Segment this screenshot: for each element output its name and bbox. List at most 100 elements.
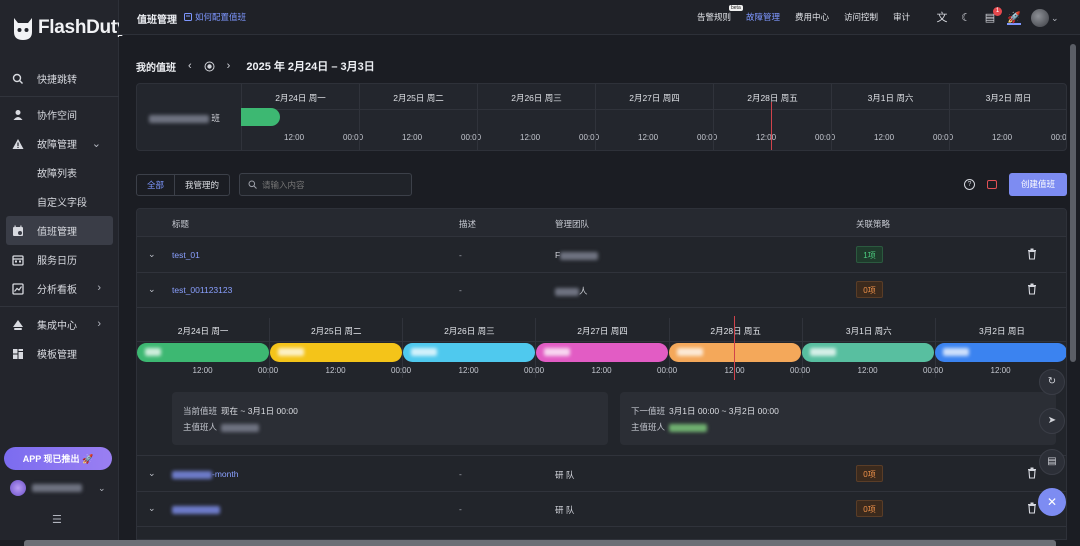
calendar-icon bbox=[12, 254, 24, 266]
scrollbar[interactable] bbox=[1070, 44, 1076, 362]
divider bbox=[832, 109, 949, 110]
collapse-sidebar-icon[interactable]: ☰ bbox=[52, 513, 64, 526]
sidebar-item-service-calendar[interactable]: 服务日历 bbox=[0, 245, 119, 274]
filter-all[interactable]: 全部 bbox=[137, 175, 176, 195]
filter-toggle: 全部 我管理的 bbox=[136, 174, 231, 196]
sidebar-item-dashboard[interactable]: 分析看板 › bbox=[0, 274, 119, 303]
top-nav-audit[interactable]: 审计 bbox=[893, 11, 910, 23]
current-oncall-card: 当前值班 现在 ~ 3月1日 00:00 主值班人 bbox=[172, 392, 608, 445]
top-nav-access-control[interactable]: 访问控制 bbox=[844, 11, 878, 23]
shift-segment-bar[interactable] bbox=[669, 343, 801, 362]
sidebar-item-incident-list[interactable]: 故障列表 bbox=[0, 158, 119, 187]
sidebar-item-label: 自定义字段 bbox=[37, 198, 87, 209]
search-input[interactable] bbox=[262, 179, 402, 190]
team-name: 研 队 bbox=[555, 470, 575, 480]
table-row[interactable]: ⌄ test_01 - F 1项 bbox=[137, 238, 1066, 273]
table-row[interactable]: ⌄ -month - 研 队 0项 bbox=[137, 457, 1066, 492]
sidebar-item-custom-fields[interactable]: 自定义字段 bbox=[0, 187, 119, 216]
shift-segment-bar[interactable] bbox=[536, 343, 668, 362]
hour-label: 12:00 bbox=[192, 366, 213, 375]
schedule-title-link[interactable]: -month bbox=[172, 469, 238, 479]
expand-chevron-icon[interactable]: ⌄ bbox=[148, 503, 156, 514]
next-week-button[interactable]: › bbox=[227, 60, 231, 72]
schedule-name-redacted bbox=[149, 114, 209, 123]
notification-badge: 1 bbox=[993, 7, 1002, 16]
policy-count-badge[interactable]: 1项 bbox=[856, 246, 883, 263]
expand-chevron-icon[interactable]: ⌄ bbox=[148, 468, 156, 479]
shift-segment-bar[interactable] bbox=[935, 343, 1066, 362]
oncall-name-redacted bbox=[411, 348, 437, 356]
table-row[interactable]: ⌄ - 研 队 0项 bbox=[137, 492, 1066, 527]
sidebar: FlashDuty 快捷跳转 协作空间 故障管理 ⌄ 故障列表 自定义字段 值班… bbox=[0, 0, 127, 540]
sidebar-item-label: 模板管理 bbox=[37, 350, 77, 361]
primary-oncall-redacted bbox=[221, 423, 260, 432]
top-nav-billing[interactable]: 费用中心 bbox=[795, 11, 829, 23]
shift-segment-bar[interactable] bbox=[270, 343, 402, 362]
trash-icon[interactable] bbox=[1027, 502, 1037, 514]
schedule-description: - bbox=[459, 469, 462, 479]
create-schedule-button[interactable]: 创建值班 bbox=[1009, 173, 1067, 196]
refresh-icon[interactable]: ↻ bbox=[1039, 369, 1065, 395]
sidebar-item-quick-jump[interactable]: 快捷跳转 bbox=[0, 64, 119, 93]
now-indicator bbox=[734, 316, 735, 380]
page-title: 值班管理 bbox=[137, 15, 177, 26]
translate-icon[interactable]: 文 bbox=[935, 11, 949, 25]
today-button[interactable] bbox=[204, 61, 215, 72]
top-nav-label: 告警规则 bbox=[697, 12, 732, 22]
shift-segment-bar[interactable] bbox=[403, 343, 535, 362]
help-icon[interactable]: ? bbox=[964, 179, 975, 190]
close-icon[interactable]: ✕ bbox=[1038, 488, 1066, 516]
col-title: 标题 bbox=[172, 219, 190, 229]
send-icon[interactable]: ➤ bbox=[1039, 408, 1065, 434]
sidebar-item-schedule-mgmt[interactable]: 值班管理 bbox=[6, 216, 113, 245]
shift-segment-bar[interactable] bbox=[802, 343, 934, 362]
chevron-down-icon[interactable]: ⌄ bbox=[1051, 13, 1059, 24]
policy-count-badge[interactable]: 0项 bbox=[856, 500, 883, 517]
notification-icon[interactable]: ▤ 1 bbox=[983, 7, 1002, 25]
divider bbox=[137, 341, 270, 342]
sidebar-item-integrations[interactable]: 集成中心 › bbox=[0, 310, 119, 339]
oncall-name-redacted bbox=[278, 348, 304, 356]
trash-icon[interactable] bbox=[1027, 248, 1037, 260]
policy-count-badge[interactable]: 0项 bbox=[856, 281, 883, 298]
hour-label: 12:00 bbox=[520, 133, 541, 142]
expand-chevron-icon[interactable]: ⌄ bbox=[148, 249, 156, 260]
day-label: 2月27日 周四 bbox=[629, 93, 680, 103]
document-icon[interactable]: ▤ bbox=[1039, 449, 1065, 475]
hour-label: 00:00 bbox=[258, 366, 279, 375]
top-nav-alert-rules[interactable]: 告警规则 beta bbox=[697, 5, 743, 23]
video-tutorial-icon[interactable] bbox=[987, 180, 997, 189]
sidebar-item-templates[interactable]: 模板管理 bbox=[0, 339, 119, 368]
top-nav-incident-mgmt[interactable]: 故障管理 bbox=[746, 11, 780, 23]
shift-segment-bar[interactable] bbox=[137, 343, 269, 362]
primary-oncall-label: 主值班人 bbox=[631, 422, 666, 432]
filter-managed-by-me[interactable]: 我管理的 bbox=[175, 175, 229, 195]
collapse-chevron-icon[interactable]: ⌄ bbox=[148, 284, 156, 295]
help-link[interactable]: 如何配置值班 bbox=[184, 11, 246, 23]
chevron-right-icon: › bbox=[97, 318, 101, 330]
table-row[interactable]: ⌄ test_001123123 - 人 0项 bbox=[137, 273, 1066, 308]
logo[interactable]: FlashDuty bbox=[12, 12, 127, 44]
user-menu[interactable]: ⌄ bbox=[10, 478, 110, 498]
rocket-icon[interactable]: 🚀 bbox=[1007, 11, 1021, 25]
day-label: 2月28日 周五 bbox=[710, 326, 761, 336]
moon-icon[interactable]: ☾ bbox=[959, 11, 973, 25]
calendar-day-column: 2月26日 周三 12:00 00:00 bbox=[477, 84, 599, 150]
divider bbox=[478, 109, 595, 110]
schedule-title-link[interactable] bbox=[172, 504, 220, 514]
trash-icon[interactable] bbox=[1027, 467, 1037, 479]
sidebar-item-label: 快捷跳转 bbox=[37, 75, 77, 86]
schedule-title-link[interactable]: test_001123123 bbox=[172, 285, 232, 295]
sidebar-item-workspace[interactable]: 协作空间 bbox=[0, 100, 119, 129]
policy-count-badge[interactable]: 0项 bbox=[856, 465, 883, 482]
sidebar-item-incident-mgmt[interactable]: 故障管理 ⌄ bbox=[0, 129, 119, 158]
avatar[interactable] bbox=[1031, 9, 1049, 27]
divider bbox=[270, 341, 403, 342]
trash-icon[interactable] bbox=[1027, 283, 1037, 295]
schedule-title-link[interactable]: test_01 bbox=[172, 250, 200, 260]
my-shift-bar[interactable] bbox=[241, 108, 280, 126]
day-label: 3月2日 周日 bbox=[985, 93, 1032, 103]
prev-week-button[interactable]: ‹ bbox=[188, 60, 192, 72]
app-promo-button[interactable]: APP 现已推出 🚀 bbox=[4, 447, 112, 470]
day-label: 3月1日 周六 bbox=[867, 93, 914, 103]
